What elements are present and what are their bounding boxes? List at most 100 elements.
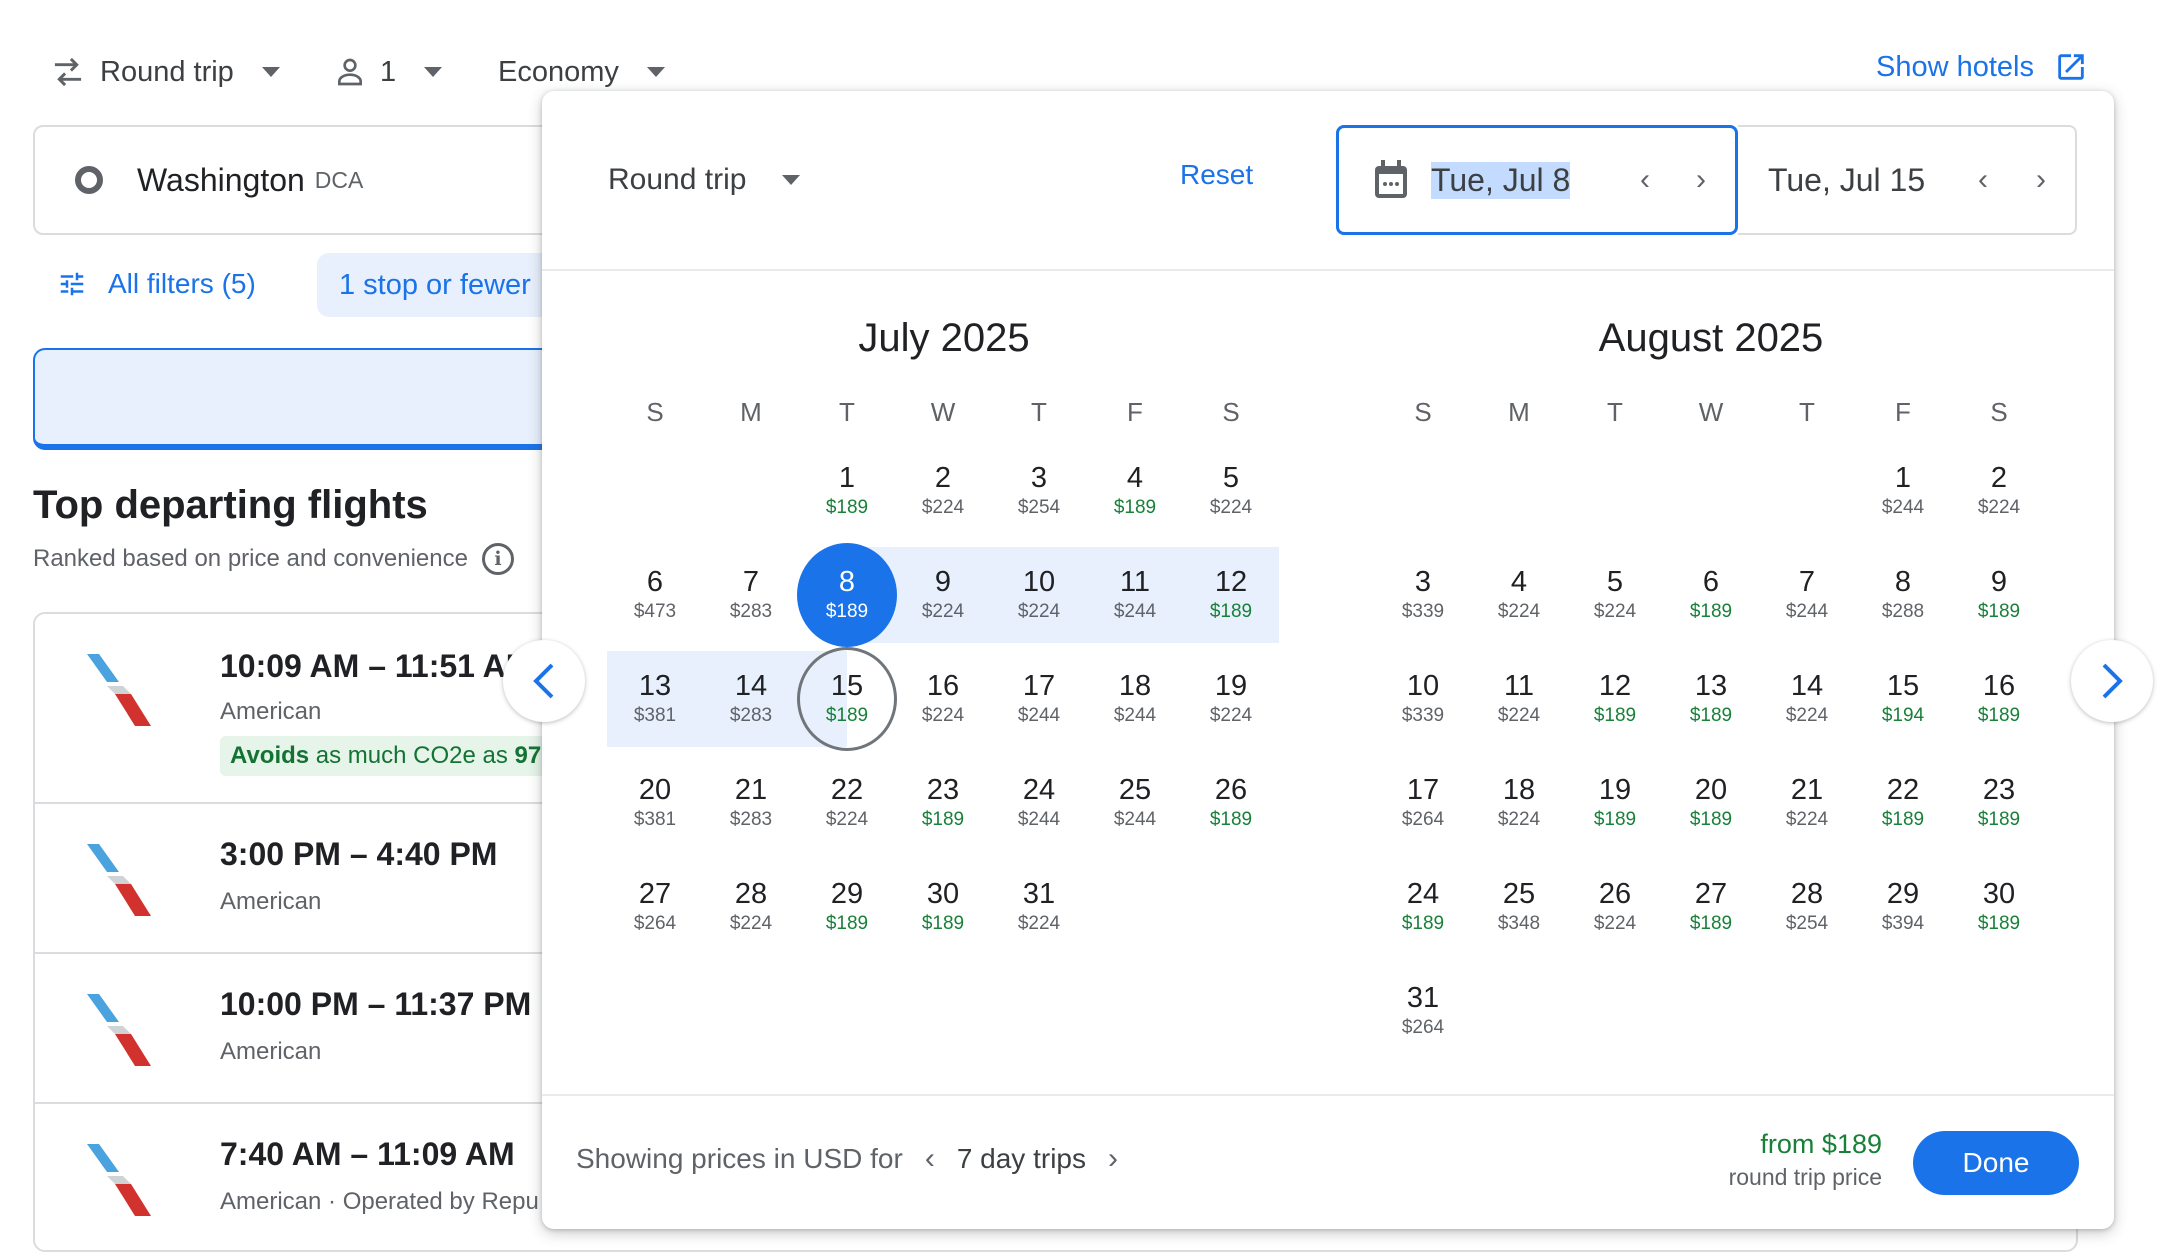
day-number: 19 <box>1598 774 1632 806</box>
calendar-day[interactable]: 29 $394 <box>1853 855 1953 959</box>
day-number: 20 <box>638 774 672 806</box>
calendar-day[interactable]: 2 $224 <box>893 439 993 543</box>
flight-airline: American · Operated by Repu <box>220 1188 539 1215</box>
passengers-dropdown[interactable]: 1 <box>334 50 443 94</box>
calendar-day[interactable]: 6 $473 <box>605 543 705 647</box>
calendar-day[interactable]: 20 $381 <box>605 751 705 855</box>
day-number: 30 <box>926 878 960 910</box>
calendar-day[interactable]: 3 $254 <box>989 439 1089 543</box>
calendar-day[interactable]: 18 $224 <box>1469 751 1569 855</box>
departure-next-day-button[interactable]: › <box>1681 163 1721 197</box>
calendar-day[interactable]: 7 $244 <box>1757 543 1857 647</box>
calendar-day[interactable]: 30 $189 <box>893 855 993 959</box>
trip-length-increase-button[interactable]: › <box>1108 1142 1118 1176</box>
next-month-button[interactable] <box>2071 640 2153 722</box>
calendar-day[interactable]: 27 $264 <box>605 855 705 959</box>
day-price: $189 <box>825 497 869 518</box>
weekday-header: T <box>1031 397 1047 427</box>
departure-date-input[interactable]: Tue, Jul 8 ‹ › <box>1336 125 1738 235</box>
day-number: 31 <box>1022 878 1056 910</box>
datepicker-trip-type-dropdown[interactable]: Round trip <box>608 156 801 204</box>
calendar-day[interactable]: 4 $224 <box>1469 543 1569 647</box>
calendar-day[interactable]: 12 $189 <box>1181 543 1281 647</box>
calendar-day[interactable]: 7 $283 <box>701 543 801 647</box>
calendar-day[interactable]: 18 $244 <box>1085 647 1185 751</box>
prev-month-button[interactable] <box>503 640 585 722</box>
calendar-day[interactable]: 22 $189 <box>1853 751 1953 855</box>
calendar-day[interactable]: 20 $189 <box>1661 751 1761 855</box>
calendar-day[interactable]: 10 $339 <box>1373 647 1473 751</box>
calendar-day[interactable]: 6 $189 <box>1661 543 1761 647</box>
calendar-day[interactable]: 4 $189 <box>1085 439 1185 543</box>
calendar-day[interactable]: 28 $224 <box>701 855 801 959</box>
calendar-day[interactable]: 9 $224 <box>893 543 993 647</box>
calendar-day[interactable]: 19 $224 <box>1181 647 1281 751</box>
calendar-day-return-selected[interactable]: 15 $189 <box>797 647 897 751</box>
calendar-day[interactable]: 26 $189 <box>1181 751 1281 855</box>
calendar-day[interactable]: 5 $224 <box>1181 439 1281 543</box>
return-date-input[interactable]: Tue, Jul 15 ‹ › <box>1738 125 2077 235</box>
show-hotels-label: Show hotels <box>1876 50 2034 83</box>
day-number: 5 <box>1222 462 1240 494</box>
calendar-day[interactable]: 26 $224 <box>1565 855 1665 959</box>
calendar-day[interactable]: 12 $189 <box>1565 647 1665 751</box>
calendar-day[interactable]: 29 $189 <box>797 855 897 959</box>
calendar-day[interactable]: 21 $224 <box>1757 751 1857 855</box>
weekday-header: T <box>1607 397 1623 427</box>
calendar-day[interactable]: 16 $224 <box>893 647 993 751</box>
calendar-day[interactable]: 1 $189 <box>797 439 897 543</box>
calendar-day[interactable]: 31 $224 <box>989 855 1089 959</box>
calendar-day[interactable]: 24 $244 <box>989 751 1089 855</box>
calendar-day[interactable]: 11 $244 <box>1085 543 1185 647</box>
calendar-day[interactable]: 2 $224 <box>1949 439 2049 543</box>
calendar-day[interactable]: 24 $189 <box>1373 855 1473 959</box>
done-button[interactable]: Done <box>1913 1131 2079 1195</box>
calendar-day[interactable]: 31 $264 <box>1373 959 1473 1063</box>
return-prev-day-button[interactable]: ‹ <box>1963 163 2003 197</box>
calendar-day[interactable]: 17 $244 <box>989 647 1089 751</box>
calendar-day[interactable]: 14 $224 <box>1757 647 1857 751</box>
day-price: $224 <box>1017 601 1061 622</box>
trip-length-decrease-button[interactable]: ‹ <box>925 1142 935 1176</box>
calendar-day[interactable]: 25 $244 <box>1085 751 1185 855</box>
calendar-day[interactable]: 30 $189 <box>1949 855 2049 959</box>
calendar-day[interactable]: 9 $189 <box>1949 543 2049 647</box>
return-next-day-button[interactable]: › <box>2021 163 2061 197</box>
cabin-class-dropdown[interactable]: Economy <box>498 50 665 94</box>
calendar-day[interactable]: 25 $348 <box>1469 855 1569 959</box>
calendar-day[interactable]: 21 $283 <box>701 751 801 855</box>
day-number: 22 <box>830 774 864 806</box>
calendar-day[interactable]: 13 $189 <box>1661 647 1761 751</box>
info-icon[interactable]: i <box>481 543 514 575</box>
calendar-day[interactable]: 5 $224 <box>1565 543 1665 647</box>
calendar-day[interactable]: 1 $244 <box>1853 439 1953 543</box>
origin-circle-icon <box>75 166 103 194</box>
reset-button[interactable]: Reset <box>1180 159 1253 191</box>
calendar-day[interactable]: 8 $288 <box>1853 543 1953 647</box>
calendar-day[interactable]: 13 $381 <box>605 647 705 751</box>
calendar-day[interactable]: 15 $194 <box>1853 647 1953 751</box>
results-subtitle: Ranked based on price and convenience i <box>33 543 514 575</box>
calendar-day[interactable]: 17 $264 <box>1373 751 1473 855</box>
trip-type-dropdown[interactable]: Round trip <box>50 50 280 94</box>
all-filters-button[interactable]: All filters (5) <box>56 258 256 310</box>
day-number: 15 <box>1886 670 1920 702</box>
calendar-day-departure-selected[interactable]: 8 $189 <box>797 543 897 647</box>
calendar-day[interactable]: 27 $189 <box>1661 855 1761 959</box>
departure-prev-day-button[interactable]: ‹ <box>1625 163 1665 197</box>
co2-badge-text: as much CO2e as <box>309 742 515 769</box>
calendar-day[interactable]: 23 $189 <box>1949 751 2049 855</box>
day-price: $224 <box>1497 705 1541 726</box>
show-hotels-link[interactable]: Show hotels <box>1876 50 2088 84</box>
calendar-day[interactable]: 16 $189 <box>1949 647 2049 751</box>
calendar-day[interactable]: 22 $224 <box>797 751 897 855</box>
calendar-day[interactable]: 19 $189 <box>1565 751 1665 855</box>
day-price: $189 <box>1977 705 2021 726</box>
calendar-day[interactable]: 11 $224 <box>1469 647 1569 751</box>
day-number: 31 <box>1406 982 1440 1014</box>
calendar-day[interactable]: 10 $224 <box>989 543 1089 647</box>
calendar-day[interactable]: 14 $283 <box>701 647 801 751</box>
calendar-day[interactable]: 23 $189 <box>893 751 993 855</box>
calendar-day[interactable]: 3 $339 <box>1373 543 1473 647</box>
calendar-day[interactable]: 28 $254 <box>1757 855 1857 959</box>
